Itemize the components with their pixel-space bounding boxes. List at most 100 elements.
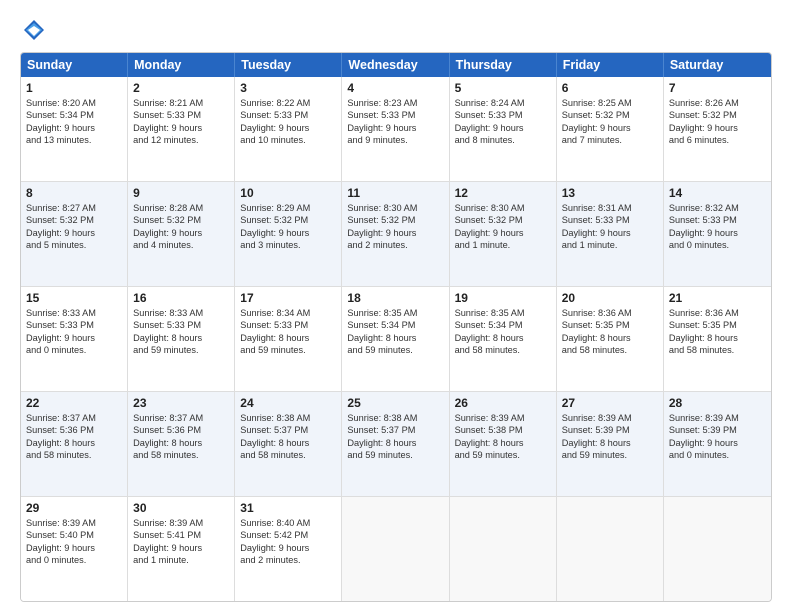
- day-number: 21: [669, 291, 766, 305]
- cell-line: Sunset: 5:33 PM: [133, 319, 229, 331]
- cell-line: Daylight: 9 hours: [455, 122, 551, 134]
- cell-line: Sunset: 5:36 PM: [133, 424, 229, 436]
- cell-line: Daylight: 8 hours: [133, 332, 229, 344]
- cell-line: Daylight: 9 hours: [669, 227, 766, 239]
- cal-cell-day-23: 23Sunrise: 8:37 AMSunset: 5:36 PMDayligh…: [128, 392, 235, 496]
- day-number: 16: [133, 291, 229, 305]
- cal-cell-day-9: 9Sunrise: 8:28 AMSunset: 5:32 PMDaylight…: [128, 182, 235, 286]
- cell-line: and 0 minutes.: [26, 554, 122, 566]
- cal-cell-day-29: 29Sunrise: 8:39 AMSunset: 5:40 PMDayligh…: [21, 497, 128, 601]
- cell-line: Daylight: 8 hours: [133, 437, 229, 449]
- cell-line: and 2 minutes.: [347, 239, 443, 251]
- cal-row-4: 29Sunrise: 8:39 AMSunset: 5:40 PMDayligh…: [21, 497, 771, 601]
- cell-line: Sunset: 5:40 PM: [26, 529, 122, 541]
- cal-cell-day-19: 19Sunrise: 8:35 AMSunset: 5:34 PMDayligh…: [450, 287, 557, 391]
- cell-line: Sunset: 5:33 PM: [26, 319, 122, 331]
- cell-line: Sunrise: 8:38 AM: [347, 412, 443, 424]
- cell-line: Sunset: 5:33 PM: [347, 109, 443, 121]
- cell-line: Daylight: 9 hours: [26, 122, 122, 134]
- cell-line: Sunrise: 8:39 AM: [669, 412, 766, 424]
- calendar-body: 1Sunrise: 8:20 AMSunset: 5:34 PMDaylight…: [21, 77, 771, 601]
- cell-line: Sunset: 5:33 PM: [455, 109, 551, 121]
- cal-cell-day-15: 15Sunrise: 8:33 AMSunset: 5:33 PMDayligh…: [21, 287, 128, 391]
- cell-line: Daylight: 9 hours: [133, 227, 229, 239]
- day-number: 2: [133, 81, 229, 95]
- cell-line: Daylight: 8 hours: [562, 437, 658, 449]
- cell-line: Sunset: 5:33 PM: [240, 319, 336, 331]
- cell-line: and 58 minutes.: [562, 344, 658, 356]
- cal-cell-day-16: 16Sunrise: 8:33 AMSunset: 5:33 PMDayligh…: [128, 287, 235, 391]
- cell-line: Daylight: 8 hours: [240, 332, 336, 344]
- cell-line: and 1 minute.: [133, 554, 229, 566]
- cell-line: Sunrise: 8:20 AM: [26, 97, 122, 109]
- cell-line: and 3 minutes.: [240, 239, 336, 251]
- cal-cell-empty-4-4: [450, 497, 557, 601]
- cal-cell-day-6: 6Sunrise: 8:25 AMSunset: 5:32 PMDaylight…: [557, 77, 664, 181]
- cal-cell-day-14: 14Sunrise: 8:32 AMSunset: 5:33 PMDayligh…: [664, 182, 771, 286]
- cell-line: Sunrise: 8:22 AM: [240, 97, 336, 109]
- cell-line: Daylight: 8 hours: [562, 332, 658, 344]
- cell-line: Sunrise: 8:39 AM: [133, 517, 229, 529]
- cell-line: Sunset: 5:33 PM: [240, 109, 336, 121]
- cell-line: Sunrise: 8:37 AM: [26, 412, 122, 424]
- cell-line: Sunrise: 8:30 AM: [455, 202, 551, 214]
- cell-line: Daylight: 9 hours: [240, 227, 336, 239]
- cell-line: Sunrise: 8:25 AM: [562, 97, 658, 109]
- cell-line: Daylight: 9 hours: [562, 227, 658, 239]
- cell-line: and 1 minute.: [562, 239, 658, 251]
- cell-line: and 13 minutes.: [26, 134, 122, 146]
- cell-line: and 59 minutes.: [347, 449, 443, 461]
- cell-line: and 0 minutes.: [669, 239, 766, 251]
- day-number: 5: [455, 81, 551, 95]
- cell-line: Sunset: 5:32 PM: [455, 214, 551, 226]
- cell-line: Sunrise: 8:39 AM: [562, 412, 658, 424]
- cell-line: Sunset: 5:32 PM: [133, 214, 229, 226]
- cal-cell-day-28: 28Sunrise: 8:39 AMSunset: 5:39 PMDayligh…: [664, 392, 771, 496]
- cal-header-friday: Friday: [557, 53, 664, 77]
- cell-line: Sunset: 5:41 PM: [133, 529, 229, 541]
- cell-line: Sunrise: 8:26 AM: [669, 97, 766, 109]
- cal-header-thursday: Thursday: [450, 53, 557, 77]
- cell-line: Daylight: 8 hours: [669, 332, 766, 344]
- day-number: 12: [455, 186, 551, 200]
- cell-line: and 59 minutes.: [347, 344, 443, 356]
- cell-line: Sunset: 5:37 PM: [347, 424, 443, 436]
- cell-line: Sunrise: 8:39 AM: [26, 517, 122, 529]
- cell-line: and 58 minutes.: [455, 344, 551, 356]
- day-number: 11: [347, 186, 443, 200]
- cell-line: Sunset: 5:32 PM: [240, 214, 336, 226]
- cal-header-saturday: Saturday: [664, 53, 771, 77]
- cell-line: Sunset: 5:42 PM: [240, 529, 336, 541]
- cal-header-sunday: Sunday: [21, 53, 128, 77]
- cell-line: Sunset: 5:33 PM: [669, 214, 766, 226]
- cell-line: Sunset: 5:33 PM: [562, 214, 658, 226]
- cell-line: Sunset: 5:38 PM: [455, 424, 551, 436]
- cell-line: Sunrise: 8:33 AM: [26, 307, 122, 319]
- cell-line: and 2 minutes.: [240, 554, 336, 566]
- cell-line: Sunset: 5:34 PM: [455, 319, 551, 331]
- cell-line: Sunrise: 8:24 AM: [455, 97, 551, 109]
- cell-line: and 0 minutes.: [669, 449, 766, 461]
- cell-line: Sunrise: 8:28 AM: [133, 202, 229, 214]
- day-number: 7: [669, 81, 766, 95]
- cal-cell-day-31: 31Sunrise: 8:40 AMSunset: 5:42 PMDayligh…: [235, 497, 342, 601]
- cal-cell-day-5: 5 Sunrise: 8:24 AMSunset: 5:33 PMDaylight…: [450, 77, 557, 181]
- cell-line: Daylight: 9 hours: [347, 227, 443, 239]
- cell-line: Sunset: 5:34 PM: [26, 109, 122, 121]
- cal-cell-day-24: 24Sunrise: 8:38 AMSunset: 5:37 PMDayligh…: [235, 392, 342, 496]
- cell-line: Daylight: 8 hours: [455, 437, 551, 449]
- cell-line: Daylight: 9 hours: [26, 542, 122, 554]
- day-number: 28: [669, 396, 766, 410]
- day-number: 24: [240, 396, 336, 410]
- cell-line: Daylight: 9 hours: [133, 122, 229, 134]
- cell-line: Sunrise: 8:36 AM: [562, 307, 658, 319]
- cal-cell-day-27: 27Sunrise: 8:39 AMSunset: 5:39 PMDayligh…: [557, 392, 664, 496]
- cal-cell-day-4: 4Sunrise: 8:23 AMSunset: 5:33 PMDaylight…: [342, 77, 449, 181]
- cell-line: Sunrise: 8:35 AM: [347, 307, 443, 319]
- cell-line: Sunset: 5:36 PM: [26, 424, 122, 436]
- cell-line: Sunrise: 8:38 AM: [240, 412, 336, 424]
- cell-line: Sunset: 5:32 PM: [562, 109, 658, 121]
- cell-line: Daylight: 9 hours: [240, 122, 336, 134]
- cal-cell-day-26: 26Sunrise: 8:39 AMSunset: 5:38 PMDayligh…: [450, 392, 557, 496]
- day-number: 17: [240, 291, 336, 305]
